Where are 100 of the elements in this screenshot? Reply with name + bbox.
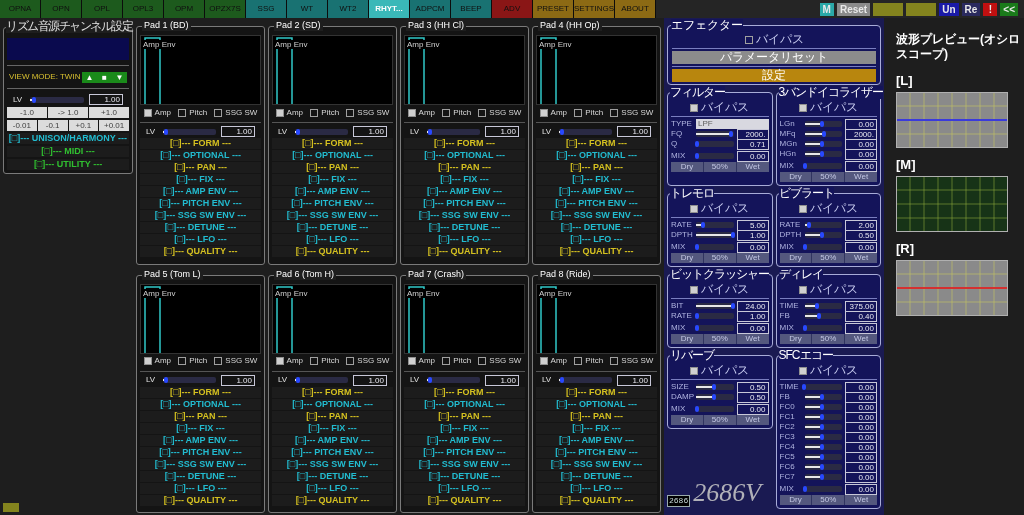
value-field[interactable]: 0.00 — [845, 471, 877, 483]
slider-track[interactable] — [804, 444, 842, 450]
slider-thumb[interactable] — [807, 222, 812, 228]
slider-track[interactable] — [696, 313, 734, 319]
value-field[interactable]: 0.00 — [845, 148, 877, 160]
slider-track[interactable] — [696, 394, 734, 400]
value-field[interactable]: 1.00 — [221, 374, 255, 386]
slider-track[interactable] — [696, 325, 734, 331]
checkbox[interactable] — [539, 108, 548, 117]
section-header[interactable]: [□]--- FIX --- — [272, 422, 393, 434]
checkbox[interactable] — [798, 285, 807, 294]
value-field[interactable]: 0.00 — [845, 451, 877, 463]
value-field[interactable]: 0.00 — [845, 160, 877, 172]
section-header[interactable]: [□]--- SSG SW ENV --- — [272, 210, 393, 221]
value-field[interactable]: 0.00 — [845, 421, 877, 433]
slider-track[interactable] — [163, 128, 216, 135]
value-field[interactable]: 0.00 — [845, 322, 877, 334]
value-field[interactable]: 0.00 — [845, 411, 877, 423]
slider-track[interactable] — [804, 163, 842, 169]
section-header[interactable]: [□]--- OPTIONAL --- — [536, 398, 657, 410]
slider-track[interactable] — [804, 151, 842, 157]
slider-track[interactable] — [804, 244, 842, 250]
value-field[interactable]: 0.40 — [845, 310, 877, 322]
slider-track[interactable] — [804, 464, 842, 470]
section-header[interactable]: [□]--- PAN --- — [536, 162, 657, 173]
slider-track[interactable] — [804, 384, 842, 390]
checkbox[interactable] — [478, 108, 487, 117]
value-field[interactable]: 5.00 — [736, 219, 769, 231]
slider-track[interactable] — [804, 404, 842, 410]
section-header[interactable]: [□]--- OPTIONAL --- — [140, 150, 261, 161]
section-header[interactable]: [□]--- FORM --- — [536, 138, 657, 149]
section-header[interactable]: [□]--- SSG SW ENV --- — [140, 210, 261, 221]
section-header[interactable]: [□]--- SSG SW ENV --- — [272, 458, 393, 470]
step-button[interactable]: -0.1 — [37, 120, 68, 131]
section-header[interactable]: [□]--- OPTIONAL --- — [272, 398, 393, 410]
value-field[interactable]: 0.00 — [736, 403, 769, 415]
checkbox[interactable] — [798, 366, 807, 375]
section-header[interactable]: [□]--- AMP ENV --- — [404, 186, 525, 197]
slider-thumb[interactable] — [694, 244, 699, 250]
section-header[interactable]: [□]--- QUALITY --- — [536, 494, 657, 506]
section-header[interactable]: [□]--- FORM --- — [536, 386, 657, 398]
section-header[interactable]: [□]--- SSG SW ENV --- — [536, 458, 657, 470]
top-tab[interactable]: SETTINGS — [574, 0, 615, 18]
value-field[interactable]: 1.00 — [353, 374, 387, 386]
section-header[interactable]: [□]--- QUALITY --- — [140, 494, 261, 506]
section-header[interactable]: [□]--- LFO --- — [140, 482, 261, 494]
checkbox[interactable] — [310, 357, 319, 365]
slider-thumb[interactable] — [803, 325, 808, 331]
section-header[interactable]: [□]--- PAN --- — [140, 162, 261, 173]
section-header[interactable]: [□]--- MIDI --- — [7, 146, 129, 157]
section-header[interactable]: [□]--- PITCH ENV --- — [536, 446, 657, 458]
section-header[interactable]: [□]--- FORM --- — [404, 386, 525, 398]
section-header[interactable]: [□]--- FIX --- — [536, 422, 657, 434]
section-header[interactable]: [□]--- FIX --- — [140, 174, 261, 185]
value-field[interactable]: 0.50 — [736, 391, 769, 403]
value-field[interactable]: 0.00 — [845, 431, 877, 443]
slider-track[interactable] — [696, 384, 734, 390]
section-header[interactable]: [□]--- FORM --- — [140, 386, 261, 398]
step-button[interactable]: +1.0 — [89, 107, 129, 118]
checkbox[interactable] — [690, 366, 699, 375]
value-field[interactable]: 0.00 — [736, 150, 769, 162]
slider-thumb[interactable] — [730, 232, 735, 238]
slider-track[interactable] — [804, 474, 842, 480]
section-header[interactable]: [□]--- QUALITY --- — [272, 246, 393, 257]
slider-thumb[interactable] — [730, 303, 735, 309]
section-header[interactable]: [□]--- FIX --- — [140, 422, 261, 434]
value-field[interactable]: 0.00 — [845, 381, 877, 393]
slider-track[interactable] — [804, 131, 842, 137]
section-header[interactable]: [□]--- UNISON/HARMONY --- — [7, 133, 129, 144]
value-field[interactable]: 0.00 — [845, 391, 877, 403]
section-header[interactable]: [□]--- AMP ENV --- — [272, 186, 393, 197]
section-header[interactable]: [□]--- FIX --- — [272, 174, 393, 185]
checkbox[interactable] — [690, 204, 699, 213]
value-field[interactable]: 0.50 — [845, 229, 877, 241]
section-header[interactable]: [□]--- FORM --- — [140, 138, 261, 149]
section-header[interactable]: [□]--- DETUNE --- — [404, 222, 525, 233]
value-field[interactable]: 1.00 — [617, 374, 651, 386]
value-field[interactable]: 375.00 — [845, 300, 877, 312]
section-header[interactable]: [□]--- PAN --- — [140, 410, 261, 422]
view-mode-button[interactable]: ■ — [97, 71, 112, 83]
slider-track[interactable] — [804, 414, 842, 420]
section-header[interactable]: [□]--- PAN --- — [272, 162, 393, 173]
checkbox[interactable] — [478, 357, 487, 365]
checkbox[interactable] — [214, 108, 223, 117]
checkbox[interactable] — [798, 103, 807, 112]
section-header[interactable]: [□]--- LFO --- — [536, 482, 657, 494]
step-button[interactable]: -0.01 — [7, 120, 37, 131]
section-header[interactable]: [□]--- AMP ENV --- — [536, 186, 657, 197]
slider-track[interactable] — [804, 222, 842, 228]
checkbox[interactable] — [690, 285, 699, 294]
slider-track[interactable] — [696, 153, 734, 159]
section-header[interactable]: [□]--- SSG SW ENV --- — [536, 210, 657, 221]
section-header[interactable]: [□]--- LFO --- — [272, 482, 393, 494]
section-header[interactable]: [□]--- PITCH ENV --- — [272, 446, 393, 458]
slider-track[interactable] — [804, 454, 842, 460]
slider-thumb[interactable] — [803, 244, 808, 250]
toolbar-button[interactable] — [873, 2, 904, 16]
checkbox[interactable] — [275, 357, 284, 365]
step-button[interactable]: -1.0 — [7, 107, 47, 118]
section-header[interactable]: [□]--- OPTIONAL --- — [536, 150, 657, 161]
